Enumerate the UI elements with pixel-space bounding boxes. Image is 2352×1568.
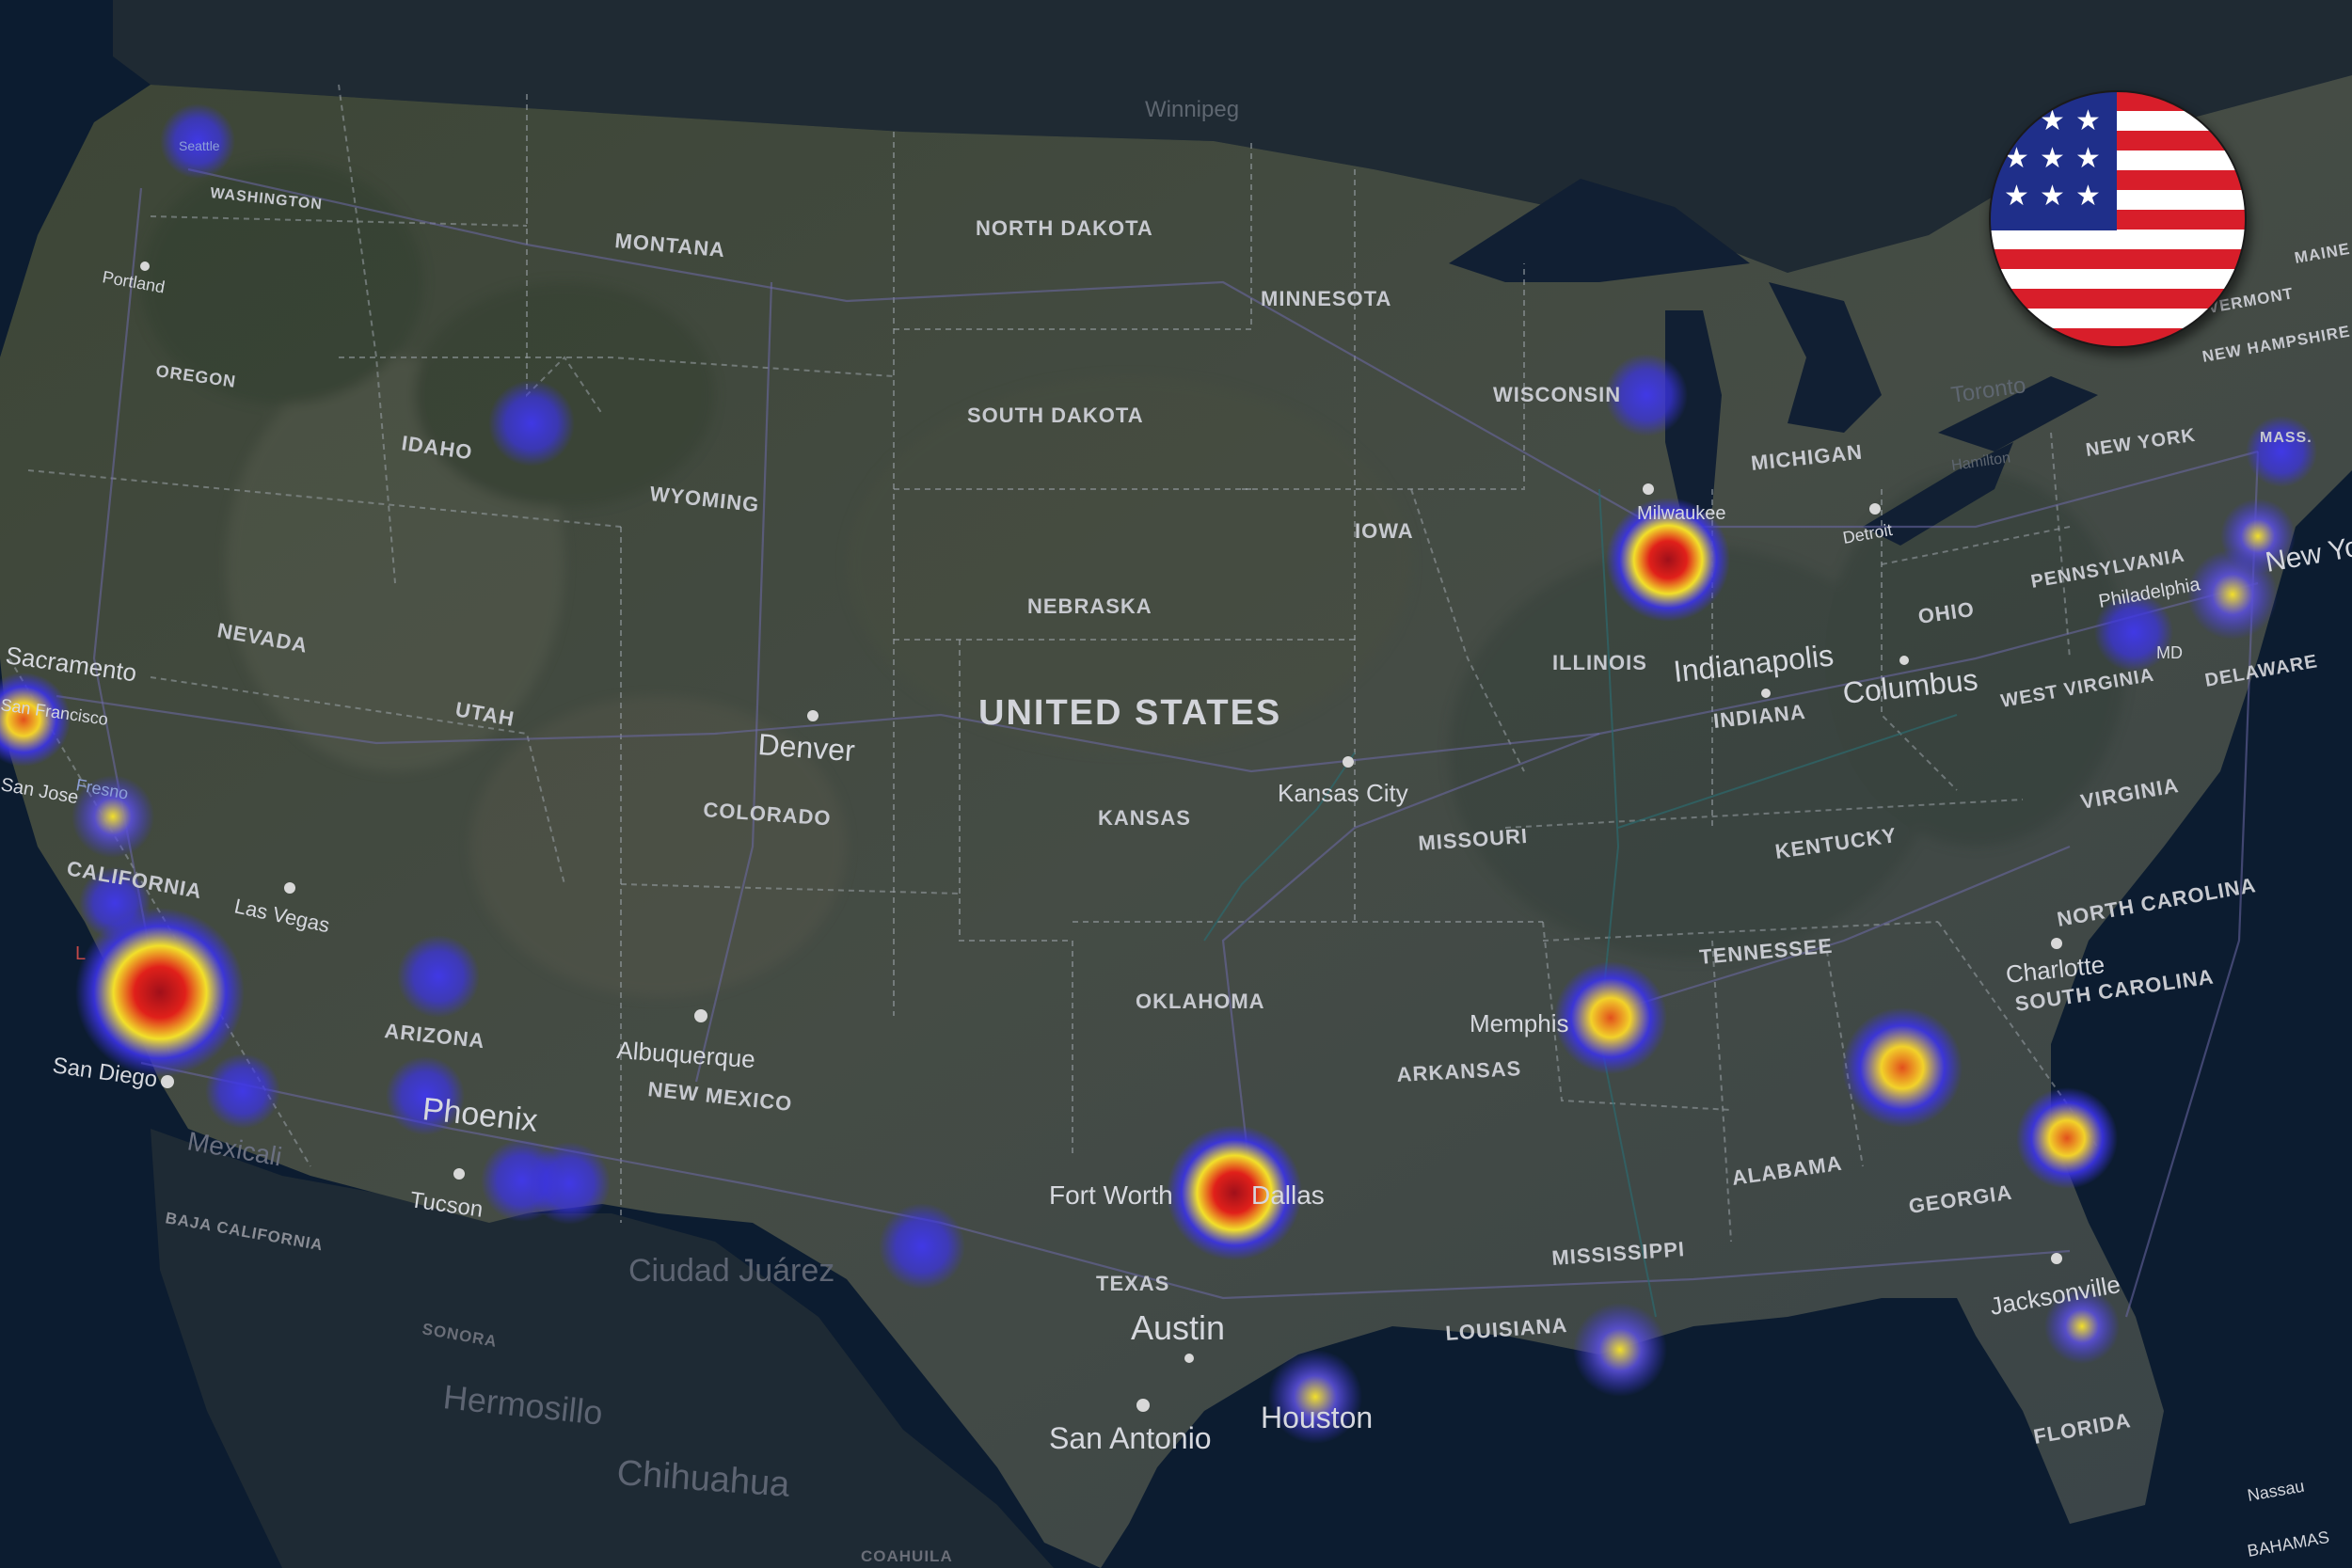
label-coahuila: COAHUILA [861, 1547, 953, 1565]
label-md: MD [2156, 643, 2183, 662]
hotspot-memphis [1554, 961, 1667, 1074]
label-kansas-city: Kansas City [1278, 779, 1408, 807]
map-canvas[interactable]: WASHINGTON MONTANA NORTH DAKOTA MINNESOT… [0, 0, 2352, 1568]
label-los-angeles: L [75, 943, 86, 964]
hotspot-boston [2246, 416, 2317, 487]
heatmap-map[interactable]: WASHINGTON MONTANA NORTH DAKOTA MINNESOT… [0, 0, 2352, 1568]
label-austin: Austin [1131, 1308, 1225, 1347]
label-denver: Denver [757, 727, 857, 768]
label-united-states: UNITED STATES [978, 693, 1281, 733]
label-texas: TEXAS [1096, 1272, 1169, 1295]
hotspot-san-diego [205, 1053, 280, 1129]
hotspot-las-vegas [397, 935, 480, 1018]
svg-text:★: ★ [2040, 142, 2065, 175]
label-dallas: Dallas [1251, 1180, 1325, 1210]
hotspot-tucson-2 [528, 1142, 611, 1225]
label-houston: Houston [1261, 1401, 1373, 1434]
label-minnesota: MINNESOTA [1261, 287, 1391, 310]
svg-text:★: ★ [2040, 180, 2065, 213]
svg-text:★: ★ [2075, 142, 2101, 175]
hotspot-los-angeles [75, 908, 245, 1077]
label-seattle: Seattle [179, 138, 220, 153]
country-label-layer: UNITED STATES [978, 693, 1281, 733]
label-south-dakota: SOUTH DAKOTA [967, 404, 1144, 427]
label-oklahoma: OKLAHOMA [1136, 990, 1265, 1013]
label-nebraska: NEBRASKA [1027, 594, 1152, 618]
hotspot-boise [488, 380, 575, 467]
label-winnipeg: Winnipeg [1145, 97, 1239, 122]
label-wisconsin: WISCONSIN [1493, 383, 1621, 406]
label-iowa: IOWA [1355, 519, 1414, 543]
hotspot-charleston [2016, 1087, 2118, 1189]
svg-text:★: ★ [2004, 180, 2029, 213]
hotspot-new-orleans [1573, 1303, 1667, 1397]
label-fort-worth: Fort Worth [1049, 1180, 1173, 1210]
label-milwaukee: Milwaukee [1637, 503, 1725, 524]
hotspot-el-paso [879, 1203, 965, 1290]
label-san-antonio: San Antonio [1049, 1421, 1212, 1455]
label-kansas: KANSAS [1098, 806, 1191, 830]
label-mass: MASS. [2260, 430, 2312, 446]
svg-text:★: ★ [2075, 104, 2101, 137]
label-north-dakota: NORTH DAKOTA [976, 216, 1153, 240]
label-ciudad-juarez: Ciudad Juárez [628, 1253, 834, 1289]
svg-text:★: ★ [2075, 180, 2101, 213]
label-memphis: Memphis [1470, 1009, 1568, 1037]
label-illinois: ILLINOIS [1552, 651, 1647, 674]
hotspot-atlanta [1842, 1007, 1963, 1128]
